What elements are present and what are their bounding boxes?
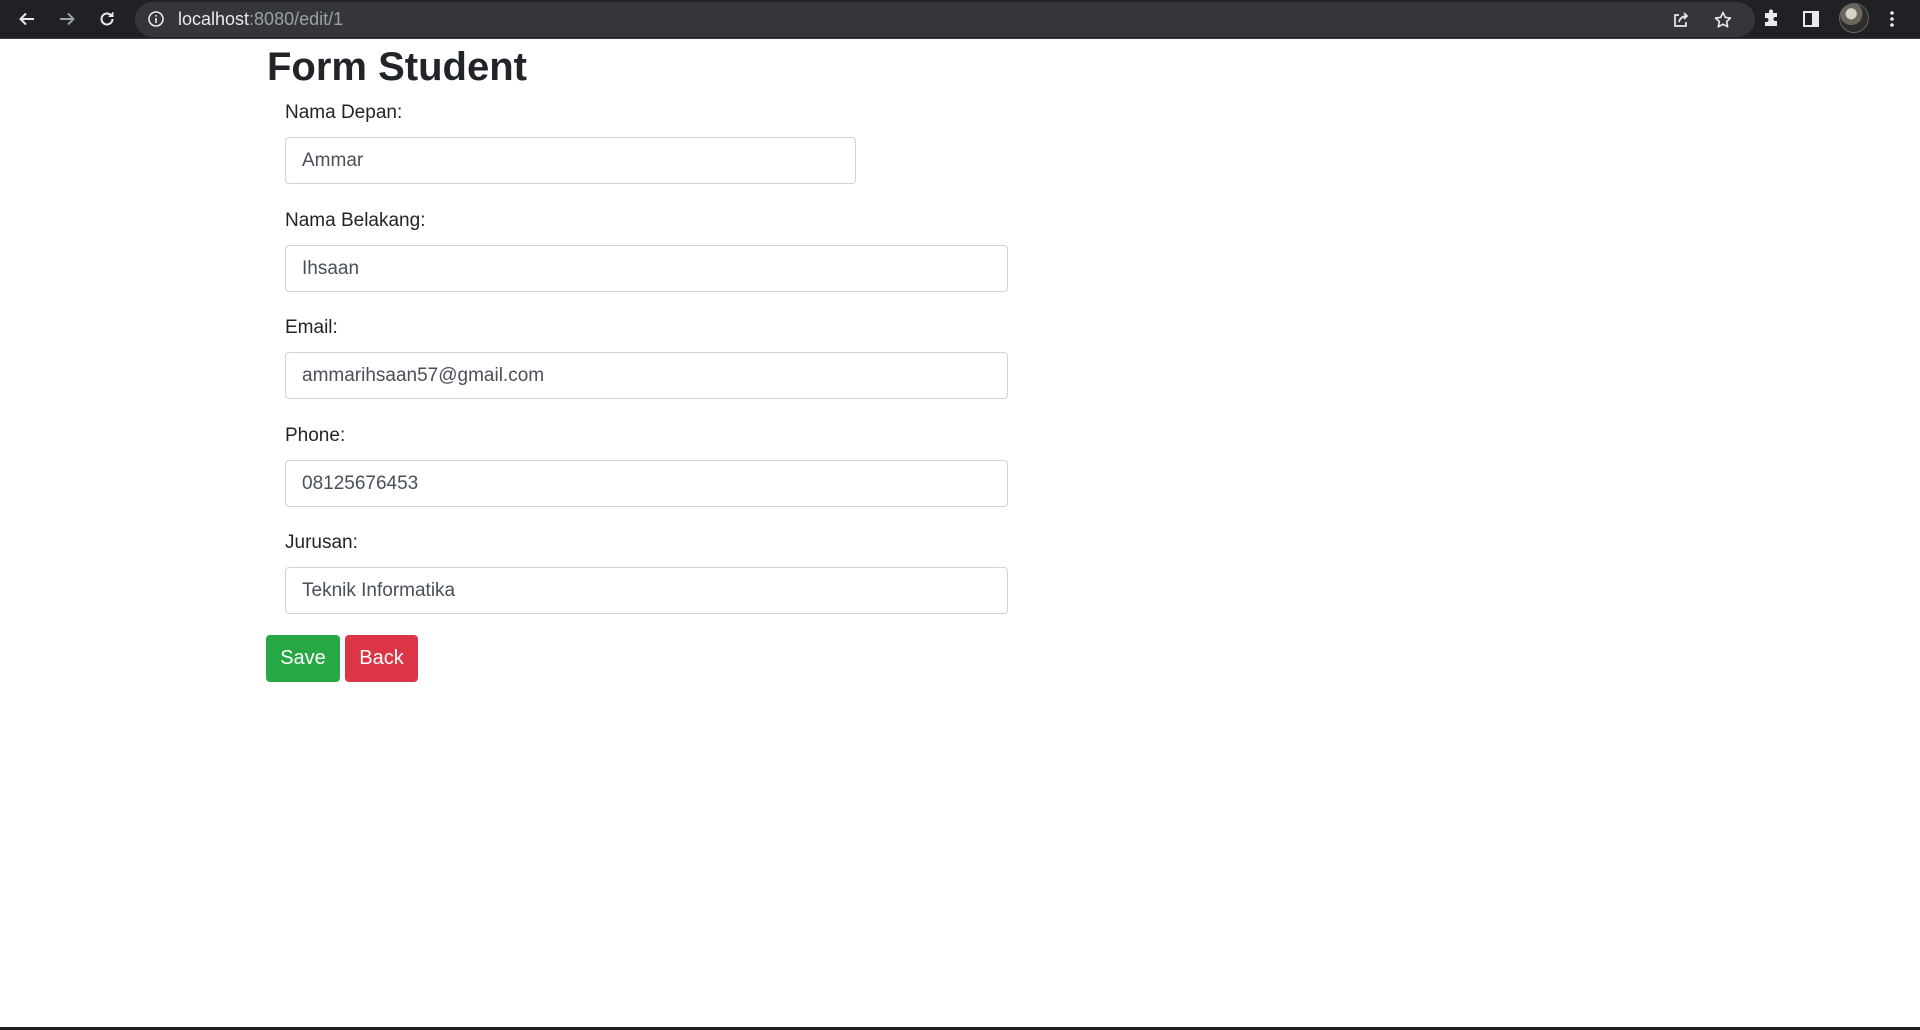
url-path: :8080/edit/1: [249, 9, 344, 29]
first-name-label: Nama Depan:: [285, 102, 403, 123]
profile-avatar[interactable]: [1839, 3, 1869, 33]
address-bar[interactable]: localhost:8080/edit/1: [135, 2, 1755, 37]
url-host: localhost: [178, 9, 250, 29]
email-label: Email:: [285, 317, 338, 338]
back-icon[interactable]: [12, 4, 42, 34]
share-icon[interactable]: [1667, 6, 1695, 34]
menu-icon[interactable]: [1877, 4, 1907, 34]
info-icon[interactable]: [147, 10, 165, 28]
star-icon[interactable]: [1709, 6, 1737, 34]
last-name-input[interactable]: [285, 245, 1008, 292]
last-name-label: Nama Belakang:: [285, 210, 426, 231]
url-text[interactable]: localhost:8080/edit/1: [178, 9, 343, 29]
browser-toolbar: localhost:8080/edit/1: [0, 0, 1920, 39]
major-input[interactable]: [285, 567, 1008, 614]
extensions-icon[interactable]: [1756, 4, 1786, 34]
major-label: Jurusan:: [285, 532, 358, 553]
page-title: Form Student: [267, 45, 527, 89]
email-input[interactable]: [285, 352, 1008, 399]
save-button[interactable]: Save: [266, 635, 340, 682]
first-name-input[interactable]: [285, 137, 856, 184]
phone-input[interactable]: [285, 460, 1008, 507]
back-button[interactable]: Back: [345, 635, 418, 682]
forward-icon[interactable]: [52, 4, 82, 34]
reload-icon[interactable]: [92, 4, 122, 34]
side-panel-icon[interactable]: [1796, 4, 1826, 34]
phone-label: Phone:: [285, 425, 346, 446]
